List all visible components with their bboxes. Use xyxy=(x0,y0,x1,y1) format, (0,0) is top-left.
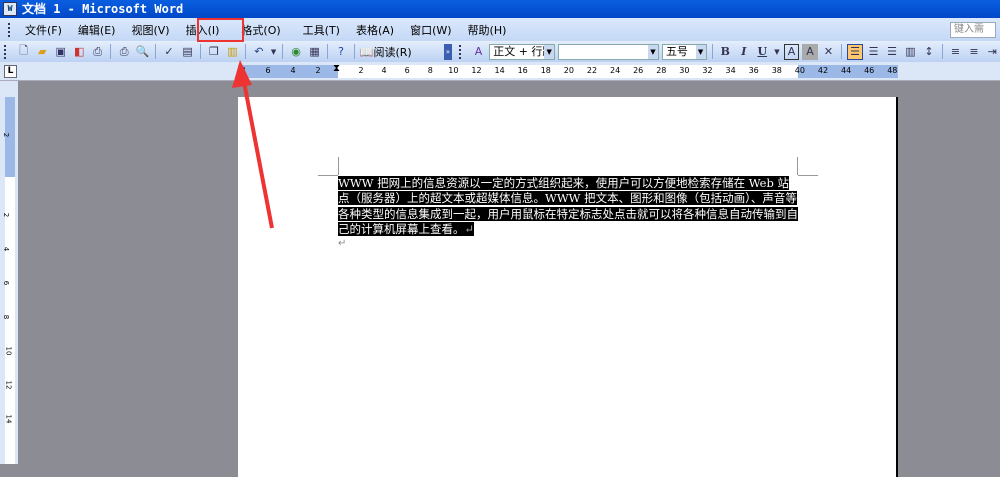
arrow-shaft xyxy=(242,81,274,229)
arrow-head xyxy=(232,60,252,88)
arrow-annotation xyxy=(232,60,274,229)
